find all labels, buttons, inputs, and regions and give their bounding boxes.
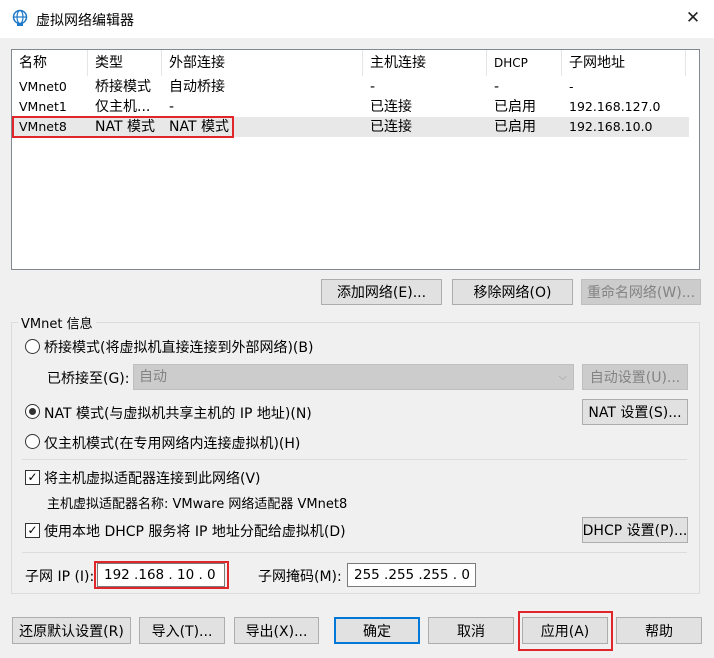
cell-subnet: 192.168.127.0 bbox=[569, 99, 661, 114]
table-row[interactable]: VMnet0 桥接模式 自动桥接 - - - bbox=[12, 77, 689, 97]
divider bbox=[22, 552, 687, 553]
hostonly-label: 仅主机模式(在专用网络内连接虚拟机)(H) bbox=[44, 436, 301, 452]
cell-name: VMnet1 bbox=[19, 99, 67, 114]
cell-type: 桥接模式 bbox=[95, 79, 151, 95]
ok-button[interactable]: 确定 bbox=[334, 617, 420, 644]
table-row[interactable]: VMnet1 仅主机... - 已连接 已启用 192.168.127.0 bbox=[12, 97, 689, 117]
divider bbox=[22, 459, 687, 460]
nat-label: NAT 模式(与虚拟机共享主机的 IP 地址)(N) bbox=[44, 406, 312, 422]
column-header-name[interactable]: 名称 bbox=[12, 50, 88, 76]
column-header-type[interactable]: 类型 bbox=[88, 50, 162, 76]
cell-type: NAT 模式 bbox=[95, 119, 155, 135]
cell-host: 已连接 bbox=[370, 119, 412, 135]
cell-subnet: - bbox=[569, 79, 574, 94]
cell-dhcp: 已启用 bbox=[494, 99, 536, 115]
vmnet-info-group bbox=[11, 322, 700, 594]
cell-host: - bbox=[370, 79, 376, 95]
cancel-button[interactable]: 取消 bbox=[428, 617, 514, 644]
cell-type: 仅主机... bbox=[95, 99, 151, 115]
column-header-subnet[interactable]: 子网地址 bbox=[562, 50, 686, 76]
table-row-selected[interactable]: VMnet8 NAT 模式 NAT 模式 已连接 已启用 192.168.10.… bbox=[12, 117, 689, 137]
list-header: 名称 类型 外部连接 主机连接 DHCP 子网地址 bbox=[12, 50, 699, 76]
cell-dhcp: - bbox=[494, 79, 500, 95]
subnet-mask-label: 子网掩码(M): bbox=[258, 569, 342, 585]
rename-network-button[interactable]: 重命名网络(W)... bbox=[581, 279, 701, 305]
export-button[interactable]: 导出(X)... bbox=[234, 617, 319, 644]
cell-name: VMnet0 bbox=[19, 79, 67, 94]
apply-button[interactable]: 应用(A) bbox=[522, 617, 608, 644]
cell-name: VMnet8 bbox=[19, 119, 67, 134]
column-header-host[interactable]: 主机连接 bbox=[363, 50, 487, 76]
adapter-name-text: 主机虚拟适配器名称: VMware 网络适配器 VMnet8 bbox=[47, 497, 348, 512]
group-title: VMnet 信息 bbox=[18, 313, 96, 332]
import-button[interactable]: 导入(T)... bbox=[139, 617, 225, 644]
window-title: 虚拟网络编辑器 bbox=[36, 13, 134, 29]
dhcp-settings-button[interactable]: DHCP 设置(P)... bbox=[582, 517, 688, 543]
bridged-label: 桥接模式(将虚拟机直接连接到外部网络)(B) bbox=[44, 340, 314, 356]
bridged-to-select[interactable]: 自动 ⌵ bbox=[133, 364, 574, 390]
bridged-radio[interactable] bbox=[25, 339, 40, 354]
bridged-to-value: 自动 bbox=[139, 369, 167, 385]
cell-external: NAT 模式 bbox=[169, 119, 229, 135]
nat-radio[interactable] bbox=[25, 404, 40, 419]
subnet-mask-input[interactable]: 255 .255 .255 . 0 bbox=[347, 563, 476, 587]
column-header-external[interactable]: 外部连接 bbox=[162, 50, 363, 76]
subnet-ip-input[interactable]: 192 .168 . 10 . 0 bbox=[97, 563, 225, 587]
radio-selected-dot bbox=[29, 408, 36, 415]
auto-settings-button[interactable]: 自动设置(U)... bbox=[582, 364, 688, 390]
chevron-down-icon: ⌵ bbox=[558, 370, 567, 383]
network-list[interactable]: 名称 类型 外部连接 主机连接 DHCP 子网地址 VMnet0 桥接模式 自动… bbox=[11, 49, 700, 270]
cell-subnet: 192.168.10.0 bbox=[569, 119, 653, 134]
cell-dhcp: 已启用 bbox=[494, 119, 536, 135]
bridged-to-label: 已桥接至(G): bbox=[47, 371, 130, 387]
help-button[interactable]: 帮助 bbox=[616, 617, 702, 644]
subnet-ip-label: 子网 IP (I): bbox=[25, 569, 95, 585]
connect-adapter-checkbox[interactable]: ✓ bbox=[25, 470, 40, 485]
dhcp-label: 使用本地 DHCP 服务将 IP 地址分配给虚拟机(D) bbox=[44, 524, 346, 540]
cell-external: - bbox=[169, 99, 175, 115]
column-header-dhcp[interactable]: DHCP bbox=[487, 50, 562, 76]
remove-network-button[interactable]: 移除网络(O) bbox=[452, 279, 573, 305]
dhcp-checkbox[interactable]: ✓ bbox=[25, 523, 40, 538]
connect-adapter-label: 将主机虚拟适配器连接到此网络(V) bbox=[44, 471, 261, 487]
add-network-button[interactable]: 添加网络(E)... bbox=[321, 279, 442, 305]
close-button[interactable]: ✕ bbox=[672, 0, 714, 36]
restore-defaults-button[interactable]: 还原默认设置(R) bbox=[12, 617, 131, 644]
nat-settings-button[interactable]: NAT 设置(S)... bbox=[582, 399, 688, 425]
cell-host: 已连接 bbox=[370, 99, 412, 115]
network-globe-icon bbox=[12, 9, 28, 26]
cell-external: 自动桥接 bbox=[169, 79, 225, 95]
hostonly-radio[interactable] bbox=[25, 434, 40, 449]
